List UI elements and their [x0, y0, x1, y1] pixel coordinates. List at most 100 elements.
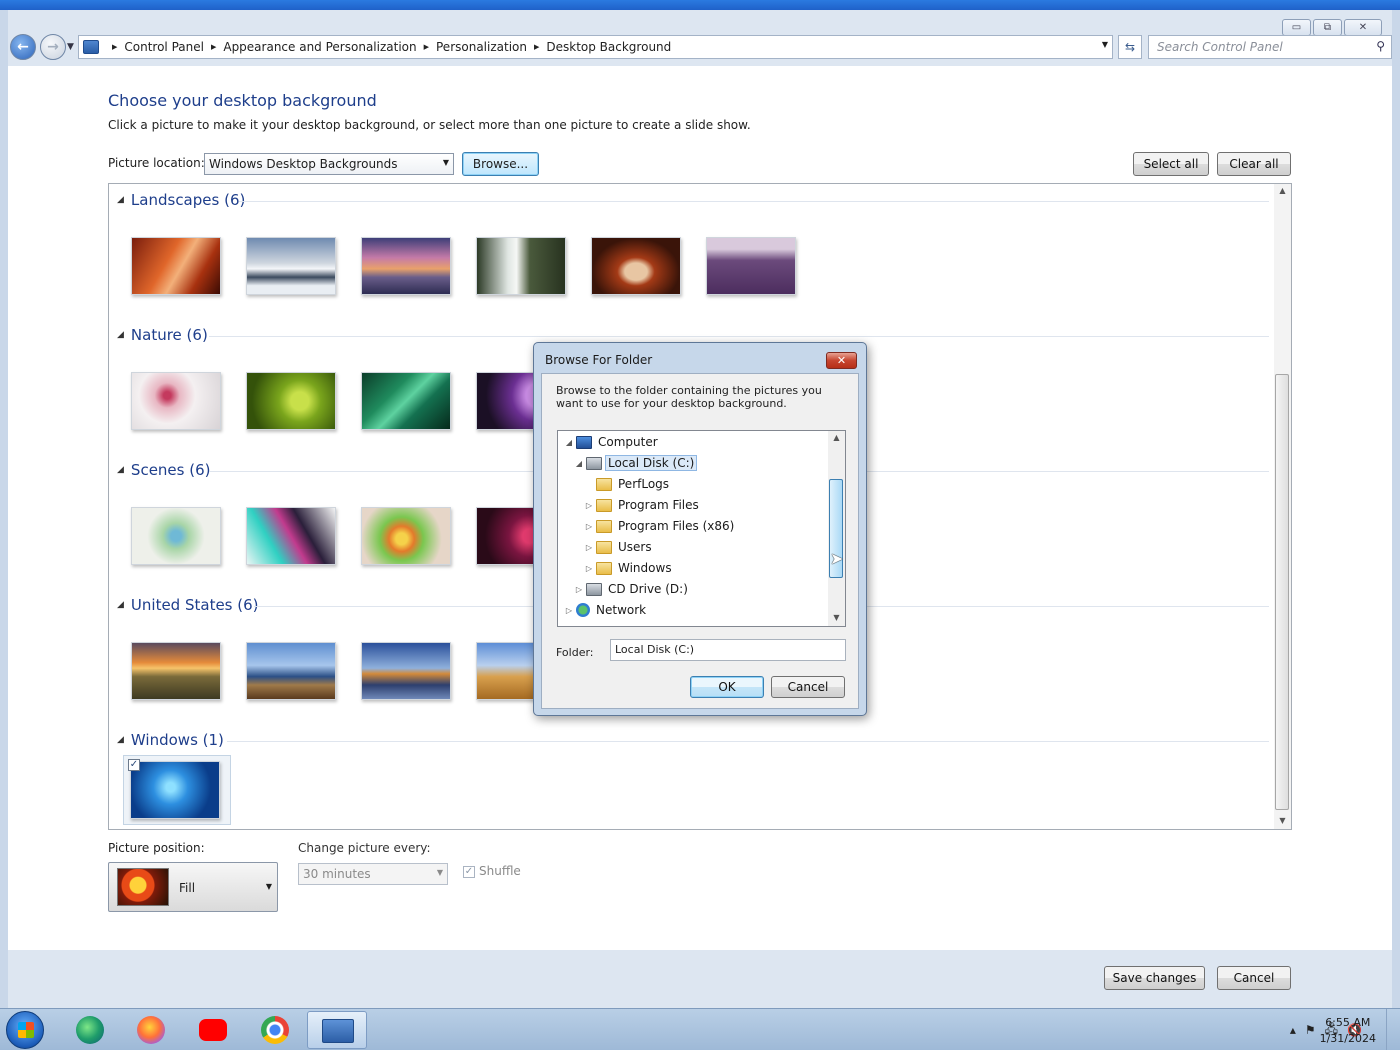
group-header-scenes[interactable]: ◢ Scenes (6) — [117, 461, 211, 479]
breadcrumb-chevron-icon[interactable]: ▶ — [534, 43, 539, 51]
tree-item-local-disk[interactable]: ◢ Local Disk (C:) — [574, 453, 698, 473]
search-input[interactable]: Search Control Panel ⚲ — [1148, 35, 1392, 59]
thumbnail[interactable] — [246, 642, 336, 700]
folder-icon — [596, 498, 612, 512]
recent-pages-dropdown[interactable]: ▼ — [67, 42, 74, 52]
breadcrumb-chevron-icon[interactable]: ▶ — [424, 43, 429, 51]
show-hidden-icons-icon[interactable]: ▴ — [1290, 1023, 1296, 1037]
thumbnail[interactable] — [361, 237, 451, 295]
thumbnail-checkbox[interactable]: ✓ — [128, 759, 140, 771]
breadcrumb-chevron-icon[interactable]: ▶ — [112, 43, 117, 51]
picture-position-select[interactable]: Fill ▼ — [108, 862, 278, 912]
collapse-icon[interactable]: ◢ — [117, 735, 124, 745]
tree-item-computer[interactable]: ◢ Computer — [564, 432, 658, 452]
breadcrumb-appearance[interactable]: Appearance and Personalization — [223, 40, 416, 54]
thumbnail[interactable] — [131, 372, 221, 430]
tree-item-windows[interactable]: ▷ Windows — [584, 558, 672, 578]
collapse-icon[interactable]: ◢ — [117, 330, 124, 340]
taskbar-app-youtube[interactable] — [196, 1014, 230, 1046]
tree-item-program-files-x86[interactable]: ▷ Program Files (x86) — [584, 516, 734, 536]
search-icon[interactable]: ⚲ — [1376, 39, 1385, 53]
thumbnail[interactable] — [476, 237, 566, 295]
cancel-button[interactable]: Cancel — [1217, 966, 1291, 990]
shuffle-checkbox[interactable]: ✓ — [463, 866, 475, 878]
expander-icon[interactable]: ▷ — [584, 501, 594, 510]
group-header-landscapes[interactable]: ◢ Landscapes (6) — [117, 191, 245, 209]
action-center-flag-icon[interactable]: ⚑ — [1305, 1023, 1316, 1037]
thumbnail[interactable] — [591, 237, 681, 295]
picture-location-select[interactable]: Windows Desktop Backgrounds ▼ — [204, 153, 454, 175]
change-picture-select[interactable]: 30 minutes ▼ — [298, 863, 448, 885]
start-button[interactable] — [6, 1011, 44, 1049]
thumbnail[interactable] — [246, 237, 336, 295]
thumbnail[interactable] — [246, 507, 336, 565]
collapse-icon[interactable]: ◢ — [117, 600, 124, 610]
dialog-description: Browse to the folder containing the pict… — [556, 384, 822, 410]
tree-item-network[interactable]: ▷ Network — [564, 600, 646, 620]
select-all-button[interactable]: Select all — [1133, 152, 1209, 176]
title-bar — [0, 0, 1400, 10]
scroll-up-icon[interactable]: ▲ — [1274, 184, 1291, 198]
address-dropdown-icon[interactable]: ▼ — [1102, 40, 1108, 49]
collapse-icon[interactable]: ◢ — [117, 195, 124, 205]
collapse-icon[interactable]: ◢ — [117, 465, 124, 475]
thumbnail[interactable] — [361, 372, 451, 430]
dialog-close-button[interactable]: ✕ — [826, 352, 857, 369]
group-header-nature[interactable]: ◢ Nature (6) — [117, 326, 208, 344]
scrollbar-thumb[interactable] — [1275, 374, 1289, 810]
thumbnail-windows[interactable] — [130, 761, 220, 819]
expander-icon[interactable]: ▷ — [574, 585, 584, 594]
address-bar[interactable]: ▶ Control Panel ▶ Appearance and Persona… — [78, 35, 1113, 59]
tree-item-users[interactable]: ▷ Users — [584, 537, 652, 557]
thumbnail[interactable] — [246, 372, 336, 430]
thumbnail[interactable] — [131, 237, 221, 295]
forward-button[interactable]: → — [40, 34, 66, 60]
thumbnail[interactable] — [131, 507, 221, 565]
breadcrumb-control-panel[interactable]: Control Panel — [124, 40, 204, 54]
save-changes-button[interactable]: Save changes — [1104, 966, 1205, 990]
tree-item-program-files[interactable]: ▷ Program Files — [584, 495, 699, 515]
group-header-united-states[interactable]: ◢ United States (6) — [117, 596, 259, 614]
tree-item-perflogs[interactable]: PerfLogs — [584, 474, 669, 494]
picture-location-value: Windows Desktop Backgrounds — [209, 157, 398, 171]
back-button[interactable]: ← — [10, 34, 36, 60]
breadcrumb-chevron-icon[interactable]: ▶ — [211, 43, 216, 51]
dialog-cancel-button[interactable]: Cancel — [771, 676, 845, 698]
refresh-button[interactable]: ⇆ — [1118, 35, 1142, 59]
folder-tree[interactable]: ◢ Computer ◢ Local Disk (C:) PerfLogs ▷ … — [557, 430, 846, 627]
network-icon — [576, 603, 590, 617]
dropdown-arrow-icon: ▼ — [442, 158, 449, 167]
expander-icon[interactable]: ▷ — [584, 543, 594, 552]
expander-icon[interactable]: ▷ — [564, 606, 574, 615]
group-title: Nature (6) — [130, 326, 208, 344]
taskbar-app-chrome[interactable] — [258, 1014, 292, 1046]
taskbar-app-control-panel[interactable] — [307, 1011, 367, 1049]
taskbar-app-firefox[interactable] — [134, 1014, 168, 1046]
expander-icon[interactable]: ▷ — [584, 522, 594, 531]
show-desktop-button[interactable] — [1386, 1009, 1400, 1050]
scroll-up-icon[interactable]: ▲ — [828, 431, 845, 445]
thumbnail[interactable] — [706, 237, 796, 295]
folder-field[interactable]: Local Disk (C:) — [610, 639, 846, 661]
tree-item-cd-drive[interactable]: ▷ CD Drive (D:) — [574, 579, 688, 599]
group-header-windows[interactable]: ◢ Windows (1) — [117, 731, 224, 749]
thumbnail[interactable] — [131, 642, 221, 700]
tree-item-label: Users — [618, 540, 652, 554]
scroll-down-icon[interactable]: ▼ — [828, 611, 845, 625]
taskbar: ▴ ⚑ 🖧 🔇 6:55 AM 1/31/2024 — [0, 1008, 1400, 1050]
thumbnail[interactable] — [361, 642, 451, 700]
expander-icon[interactable]: ▷ — [584, 564, 594, 573]
expander-icon[interactable]: ◢ — [574, 459, 584, 468]
ok-button[interactable]: OK — [690, 676, 764, 698]
scroll-down-icon[interactable]: ▼ — [1274, 814, 1291, 828]
clock[interactable]: 6:55 AM 1/31/2024 — [1320, 1015, 1376, 1047]
breadcrumb-personalization[interactable]: Personalization — [436, 40, 527, 54]
taskbar-app-edge[interactable] — [73, 1014, 107, 1046]
clear-all-button[interactable]: Clear all — [1217, 152, 1291, 176]
browse-button[interactable]: Browse... — [462, 152, 539, 176]
breadcrumb-desktop-background[interactable]: Desktop Background — [546, 40, 671, 54]
thumbnail[interactable] — [361, 507, 451, 565]
tree-scrollbar[interactable]: ▲ ▼ — [828, 431, 845, 626]
expander-icon[interactable]: ◢ — [564, 438, 574, 447]
gallery-scrollbar[interactable]: ▲ ▼ — [1274, 184, 1291, 829]
